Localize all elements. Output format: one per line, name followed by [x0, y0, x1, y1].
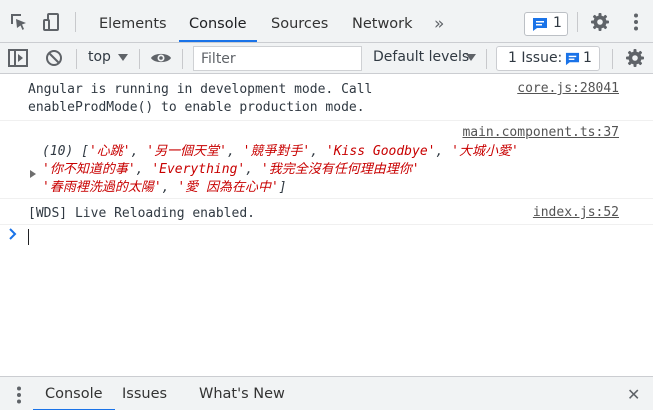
message-text: Angular is running in development mode. … [28, 82, 373, 97]
array-separator: , [245, 162, 261, 177]
source-link[interactable]: main.component.ts:37 [462, 125, 619, 140]
device-toolbar-icon[interactable] [42, 12, 62, 32]
toolbar-divider [139, 49, 140, 69]
console-input-caret[interactable] [28, 229, 29, 245]
settings-gear-icon[interactable] [590, 12, 610, 32]
tab-network[interactable]: Network [352, 0, 413, 42]
message-icon [533, 18, 547, 31]
message-text: enableProdMode() to enable production mo… [28, 100, 365, 115]
array-separator: , [135, 162, 152, 177]
array-separator: , [435, 144, 452, 159]
array-separator: , [161, 180, 178, 195]
more-tabs-button[interactable]: » [434, 0, 444, 42]
message-icon [565, 52, 580, 66]
sidebar-toggle-icon[interactable] [8, 49, 28, 67]
drawer-menu-icon[interactable] [9, 385, 29, 405]
messages-badge[interactable]: 1 [524, 12, 568, 36]
tab-bar-divider [577, 12, 578, 32]
array-item: '愛 因為在心中' [177, 180, 279, 195]
context-selector[interactable]: top [88, 49, 111, 65]
log-levels-dropdown[interactable]: Default levels [373, 49, 469, 65]
array-item: '心跳' [88, 144, 131, 159]
source-link[interactable]: index.js:52 [533, 205, 619, 220]
issues-button[interactable]: 1 Issue: 1 [496, 46, 600, 71]
array-item: '另一個天堂' [146, 144, 227, 159]
bottom-drawer: Console Issues What's New ✕ [0, 376, 653, 410]
array-prefix: (10) [ [42, 144, 89, 159]
live-expression-eye-icon[interactable] [150, 50, 172, 66]
array-item: '競爭對手' [242, 144, 311, 159]
message-text: [WDS] Live Reloading enabled. [28, 206, 255, 221]
tab-console[interactable]: Console [179, 0, 257, 42]
clear-console-icon[interactable] [45, 49, 63, 67]
chevron-down-icon[interactable] [118, 54, 128, 61]
array-suffix: ] [278, 180, 287, 195]
array-preview-line[interactable]: '春雨裡洗過的太陽', '愛 因為在心中'] [42, 179, 287, 197]
array-preview-line[interactable]: '你不知道的事', 'Everything', '我完全沒有任何理由理你' [42, 161, 420, 179]
toolbar-divider [612, 49, 613, 69]
toolbar-divider [182, 49, 183, 69]
console-toolbar: top Default levels 1 Issue: 1 [0, 43, 653, 74]
inspect-element-icon[interactable] [9, 12, 29, 32]
toolbar-divider [486, 49, 487, 69]
messages-count: 1 [553, 15, 562, 31]
more-options-icon[interactable] [626, 12, 646, 32]
toolbar-divider [76, 49, 77, 69]
filter-input[interactable] [193, 46, 362, 71]
tab-bar-divider [75, 12, 76, 32]
drawer-tab-console[interactable]: Console [33, 377, 115, 410]
tab-sources[interactable]: Sources [271, 0, 328, 42]
issues-label: 1 Issue: [508, 50, 563, 66]
console-settings-gear-icon[interactable] [625, 48, 645, 68]
array-separator: , [310, 144, 326, 159]
console-message: Angular is running in development mode. … [0, 75, 653, 121]
array-item: 'Everything' [151, 162, 246, 177]
close-drawer-icon[interactable]: ✕ [627, 377, 640, 410]
array-item: '大城小愛' [451, 144, 519, 159]
drawer-tab-whats-new[interactable]: What's New [199, 377, 285, 410]
array-separator: , [226, 144, 243, 159]
source-link[interactable]: core.js:28041 [517, 81, 619, 96]
array-item: '你不知道的事' [42, 162, 136, 177]
issues-count: 1 [583, 50, 592, 66]
chevron-down-icon[interactable] [466, 54, 476, 61]
array-item: '我完全沒有任何理由理你' [260, 162, 420, 177]
drawer-tab-issues[interactable]: Issues [122, 377, 167, 410]
array-item: '春雨裡洗過的太陽' [42, 180, 162, 195]
array-item: 'Kiss Goodbye' [325, 144, 436, 159]
array-separator: , [130, 144, 147, 159]
expand-triangle-icon[interactable] [30, 170, 36, 178]
tab-elements[interactable]: Elements [99, 0, 167, 42]
console-message: [WDS] Live Reloading enabled. index.js:5… [0, 200, 653, 225]
console-prompt-chevron-icon [9, 228, 17, 240]
array-preview-line[interactable]: (10) ['心跳', '另一個天堂', '競爭對手', 'Kiss Goodb… [42, 143, 519, 161]
devtools-tab-bar: Elements Console Sources Network » 1 [0, 0, 653, 43]
